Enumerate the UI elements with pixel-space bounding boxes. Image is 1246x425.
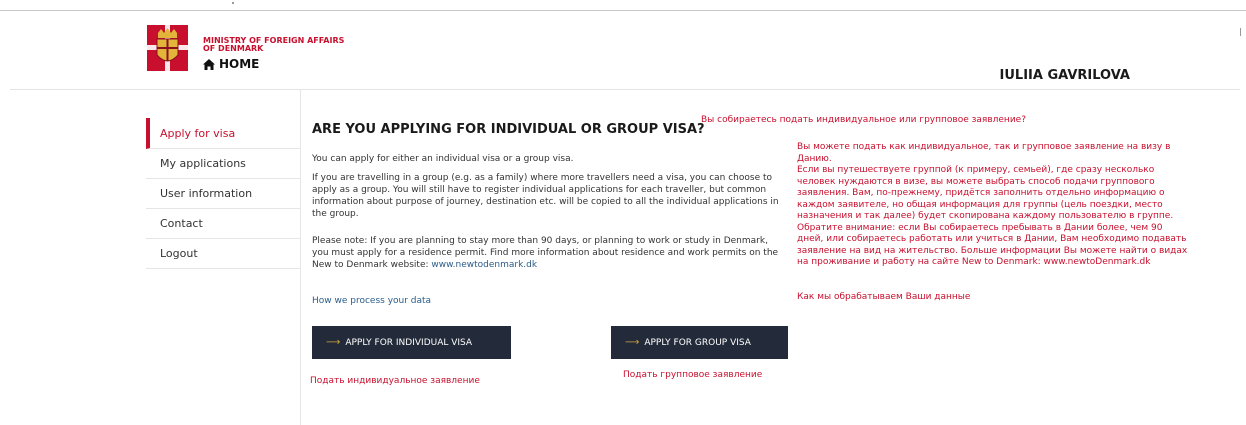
coat-of-arms-logo[interactable] [147, 25, 188, 71]
sidebar-item-label: User information [160, 187, 253, 200]
sidebar-item-my-applications[interactable]: My applications [146, 149, 300, 179]
sidebar-nav: Apply for visa My applications User info… [146, 118, 300, 269]
sidebar-item-label: Apply for visa [160, 126, 236, 140]
site-header: MINISTRY OF FOREIGN AFFAIRS OF DENMARK H… [10, 11, 1240, 90]
ru-question-annotation: Вы собираетесь подать индивидуальное или… [701, 115, 1026, 125]
ru-body-line: на проживание и работу на сайте New to D… [797, 257, 1151, 267]
home-label: HOME [219, 57, 260, 71]
ru-body-line: заявление на вид на жительство. Больше и… [797, 245, 1188, 256]
ru-body-line: Обратите внимание: если Вы собираетесь п… [797, 222, 1163, 233]
button-label: APPLY FOR GROUP VISA [644, 337, 751, 348]
sidebar-item-label: Logout [160, 247, 198, 260]
residence-text: Please note: If you are planning to stay… [312, 236, 779, 270]
ru-process-annotation: Как мы обрабатываем Ваши данные [797, 292, 971, 302]
ru-group-annotation: Подать групповое заявление [623, 370, 763, 380]
page-title: ARE YOU APPLYING FOR INDIVIDUAL OR GROUP… [312, 122, 705, 137]
home-icon [203, 58, 215, 70]
sidebar-item-apply-for-visa[interactable]: Apply for visa [146, 118, 300, 149]
residence-paragraph: Please note: If you are planning to stay… [312, 235, 784, 271]
ru-body-annotation: Вы можете подать как индивидуальное, так… [797, 142, 1217, 269]
top-dot [232, 2, 234, 4]
user-name[interactable]: IULIIA GAVRILOVA [1000, 68, 1130, 83]
sidebar-item-contact[interactable]: Contact [146, 209, 300, 239]
sidebar-item-user-information[interactable]: User information [146, 179, 300, 209]
ru-body-line: заявления. Вам, по-прежнему, придётся за… [797, 188, 1165, 198]
crown-shield-icon [147, 25, 188, 71]
intro-paragraph: You can apply for either an individual v… [312, 154, 574, 164]
ru-individual-annotation: Подать индивидуальное заявление [310, 376, 480, 386]
apply-individual-visa-button[interactable]: ⟶ APPLY FOR INDIVIDUAL VISA [312, 326, 511, 359]
ru-body-line: дней, или собираетесь работать или учить… [797, 234, 1187, 244]
ru-body-line: Данию. [797, 153, 832, 164]
sidebar-item-logout[interactable]: Logout [146, 239, 300, 269]
ru-body-line: каждом заявителе, но общая информация дл… [797, 199, 1163, 210]
sidebar-item-label: My applications [160, 157, 246, 170]
sidebar-item-label: Contact [160, 217, 203, 230]
newtodenmark-link[interactable]: www.newtodenmark.dk [431, 260, 537, 270]
ru-body-line: Если вы путешествуете группой (к примеру… [797, 165, 1155, 175]
arrow-right-icon: ⟶ [625, 337, 640, 348]
ministry-name: MINISTRY OF FOREIGN AFFAIRS OF DENMARK [203, 37, 373, 53]
apply-group-visa-button[interactable]: ⟶ APPLY FOR GROUP VISA [611, 326, 788, 359]
ministry-line-2: OF DENMARK [203, 44, 264, 53]
button-label: APPLY FOR INDIVIDUAL VISA [345, 337, 473, 348]
content-divider [300, 90, 301, 425]
ru-body-line: человек нуждаются в визе, вы можете выбр… [797, 176, 1155, 187]
group-paragraph: If you are travelling in a group (e.g. a… [312, 173, 779, 219]
process-data-link[interactable]: How we process your data [312, 296, 431, 306]
ru-body-line: Вы можете подать как индивидуальное, так… [797, 142, 1171, 152]
ru-body-line: назначения и так далее) будет скопирован… [797, 211, 1174, 221]
arrow-right-icon: ⟶ [326, 337, 341, 348]
home-link[interactable]: HOME [203, 57, 259, 71]
